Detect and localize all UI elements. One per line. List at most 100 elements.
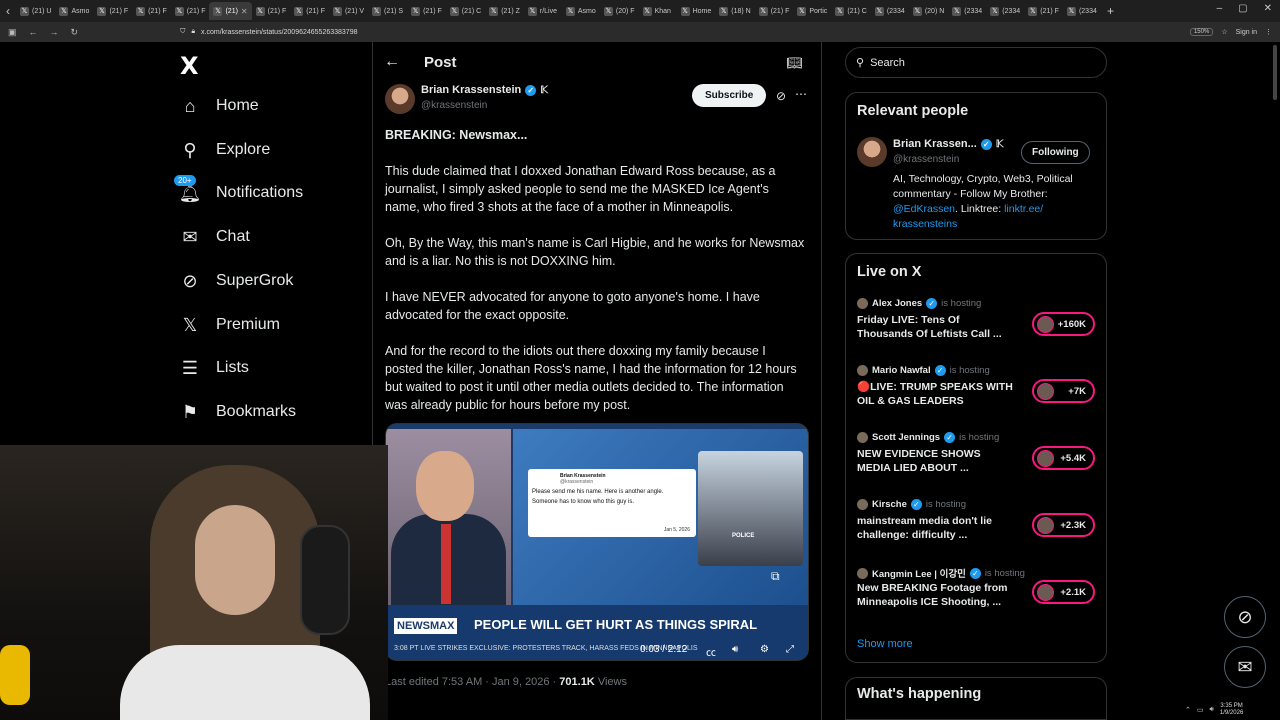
browser-tab[interactable]: 𝕏 (21) C: [446, 2, 485, 20]
network-icon[interactable]: ▭: [1197, 706, 1204, 714]
browser-tab[interactable]: 𝕏 (20) F: [600, 2, 639, 20]
tab-scroll-left-icon[interactable]: ‹: [0, 4, 16, 18]
browser-tab[interactable]: 𝕏 Asmo: [562, 2, 600, 20]
avatar[interactable]: [385, 84, 415, 114]
back-arrow-icon[interactable]: ←: [384, 53, 424, 71]
minimize-icon[interactable]: –: [1217, 3, 1223, 14]
live-host: Kangmin Lee | 이강민 ✓ is hosting: [857, 566, 1025, 580]
nav-item-explore[interactable]: ⚲ Explore: [180, 140, 270, 160]
browser-tab[interactable]: 𝕏 (21) F: [290, 2, 329, 20]
zoom-level[interactable]: 150%: [1189, 28, 1214, 36]
nav-item-bookmarks[interactable]: ⚑ Bookmarks: [180, 402, 296, 422]
live-listeners-button[interactable]: +160K: [1032, 312, 1095, 336]
browser-tab[interactable]: 𝕏 (2334: [948, 2, 986, 20]
browser-tab[interactable]: 𝕏 (2334: [871, 2, 909, 20]
post-timestamp[interactable]: Last edited 7:53 AM · Jan 9, 2026 ·: [385, 676, 559, 688]
browser-tab[interactable]: 𝕏 Khan: [639, 2, 677, 20]
new-tab-icon[interactable]: +: [1101, 4, 1120, 18]
avatar[interactable]: [857, 137, 887, 167]
avatar: [857, 365, 868, 376]
browser-tab[interactable]: 𝕏 (21) U: [16, 2, 55, 20]
subscribe-button[interactable]: Subscribe: [692, 84, 767, 107]
browser-tab[interactable]: 𝕏r/Live: [524, 2, 562, 20]
browser-tab[interactable]: 𝕏 (21) F: [1024, 2, 1063, 20]
maximize-icon[interactable]: ▢: [1238, 3, 1247, 14]
browser-tab[interactable]: 𝕏 (21) F: [93, 2, 132, 20]
pip-icon[interactable]: ⧉: [771, 569, 780, 584]
back-icon[interactable]: ←: [29, 27, 38, 37]
live-listeners-button[interactable]: +2.1K: [1032, 580, 1095, 604]
volume-icon[interactable]: 🔊︎: [732, 644, 738, 655]
sidebar-toggle-icon[interactable]: ▣: [8, 27, 17, 38]
post-author: Brian Krassenstein ✓ 𝕂 @krassenstein Sub…: [385, 84, 810, 114]
fullscreen-icon[interactable]: ⤢: [786, 644, 794, 655]
browser-tab[interactable]: 𝕏 (21) C: [831, 2, 870, 20]
nav-item-home[interactable]: ⌂ Home: [180, 96, 259, 116]
volume-icon[interactable]: 🔊︎: [1210, 706, 1214, 714]
author-handle[interactable]: @krassenstein: [421, 100, 487, 111]
messages-fab-icon[interactable]: ✉: [1224, 646, 1266, 688]
browser-tab[interactable]: 𝕏 (21) F: [407, 2, 446, 20]
bio-link-mention[interactable]: @EdKrassen: [893, 203, 955, 215]
captions-icon[interactable]: ㏄: [706, 644, 716, 659]
tab-favicon-icon: 𝕏: [1028, 6, 1038, 16]
nav-item-notifications[interactable]: 🔔︎ 20+ Notifications: [174, 175, 303, 203]
browser-tab[interactable]: 𝕏 (20) N: [909, 2, 948, 20]
browser-tab[interactable]: 𝕏 (21) Z: [485, 2, 524, 20]
grok-icon[interactable]: ⊘: [776, 89, 786, 103]
browser-tab[interactable]: 𝕏 (21) F: [132, 2, 171, 20]
person-handle[interactable]: @krassenstein: [893, 154, 959, 165]
live-listeners-button[interactable]: +2.3K: [1032, 513, 1095, 537]
browser-tab[interactable]: 𝕏 (18) N: [715, 2, 754, 20]
tab-close-icon[interactable]: ✕: [241, 7, 248, 16]
browser-tab[interactable]: 𝕏 (21) F: [755, 2, 794, 20]
close-window-icon[interactable]: ✕: [1264, 3, 1272, 14]
search-input[interactable]: ⚲ Search: [845, 47, 1107, 78]
scrollbar[interactable]: [1273, 45, 1277, 100]
forward-icon[interactable]: →: [50, 27, 59, 37]
listener-count: +160K: [1057, 318, 1086, 330]
browser-tab[interactable]: 𝕏 Asmo: [55, 2, 93, 20]
reload-icon[interactable]: ↻: [71, 27, 79, 38]
x-logo[interactable]: X: [180, 52, 199, 80]
star-icon[interactable]: ☆: [1221, 28, 1227, 36]
browser-tab[interactable]: 𝕏 (2334: [986, 2, 1024, 20]
relevant-people-panel: Relevant people Brian Krassen... ✓ 𝕂 @kr…: [845, 92, 1107, 240]
browser-tab[interactable]: 𝕏 (21) F: [171, 2, 210, 20]
browser-tab[interactable]: 𝕏 (21) F: [252, 2, 291, 20]
nav-item-chat[interactable]: ✉ Chat: [180, 227, 249, 247]
nav-item-lists[interactable]: ☰ Lists: [180, 358, 249, 378]
nav-item-label: SuperGrok: [216, 272, 294, 289]
live-listeners-button[interactable]: +7K: [1032, 379, 1095, 403]
browser-tab[interactable]: 𝕏 Home: [677, 2, 716, 20]
sign-in-button[interactable]: Sign in: [1236, 29, 1257, 36]
settings-icon[interactable]: ⚙: [760, 644, 769, 655]
person-bio: AI, Technology, Crypto, Web3, Political …: [893, 172, 1098, 232]
nav-item-premium[interactable]: 𝕏 Premium: [180, 315, 280, 335]
listener-count: +2.3K: [1060, 519, 1086, 531]
browser-tab[interactable]: 𝕏 Portic: [793, 2, 831, 20]
grok-fab-icon[interactable]: ⊘: [1224, 596, 1266, 638]
browser-tab[interactable]: 𝕏 (21) S: [368, 2, 407, 20]
more-icon[interactable]: ⋯: [795, 87, 807, 101]
live-item[interactable]: Scott Jennings ✓ is hosting NEW EVIDENCE SH…: [857, 432, 1097, 492]
show-more-link[interactable]: Show more: [857, 638, 913, 650]
person-name[interactable]: Brian Krassen...: [893, 138, 977, 150]
browser-tab[interactable]: 𝕏 (21) V: [329, 2, 368, 20]
live-item[interactable]: Mario Nawfal ✓ is hosting 🔴LIVE: TRUMP SPEA…: [857, 365, 1097, 425]
live-listeners-button[interactable]: +5.4K: [1032, 446, 1095, 470]
address-bar[interactable]: ⛉ 🔒︎ x.com/krassenstein/status/200962465…: [90, 24, 1178, 40]
video-player[interactable]: Brian Krassenstein @krassenstein Please …: [385, 423, 809, 661]
live-item[interactable]: Alex Jones ✓ is hosting Friday LIVE: Tens O…: [857, 298, 1097, 358]
menu-icon[interactable]: ⋮: [1265, 28, 1272, 36]
live-item[interactable]: Kangmin Lee | 이강민 ✓ is hosting New BREAKING…: [857, 566, 1097, 626]
nav-item-supergrok[interactable]: ⊘ SuperGrok: [180, 271, 293, 291]
live-item[interactable]: Kirsche ✓ is hosting mainstream media don't…: [857, 499, 1097, 559]
tray-chevron-icon[interactable]: ⌃: [1185, 706, 1191, 714]
system-clock[interactable]: 3:35 PM 1/9/2026: [1220, 703, 1243, 717]
following-button[interactable]: Following: [1021, 141, 1090, 164]
browser-tab[interactable]: 𝕏 (2334: [1063, 2, 1101, 20]
browser-tab[interactable]: 𝕏 (21) ✕: [209, 2, 252, 20]
author-name[interactable]: Brian Krassenstein: [421, 84, 521, 96]
reader-icon[interactable]: 📖︎: [786, 55, 803, 71]
